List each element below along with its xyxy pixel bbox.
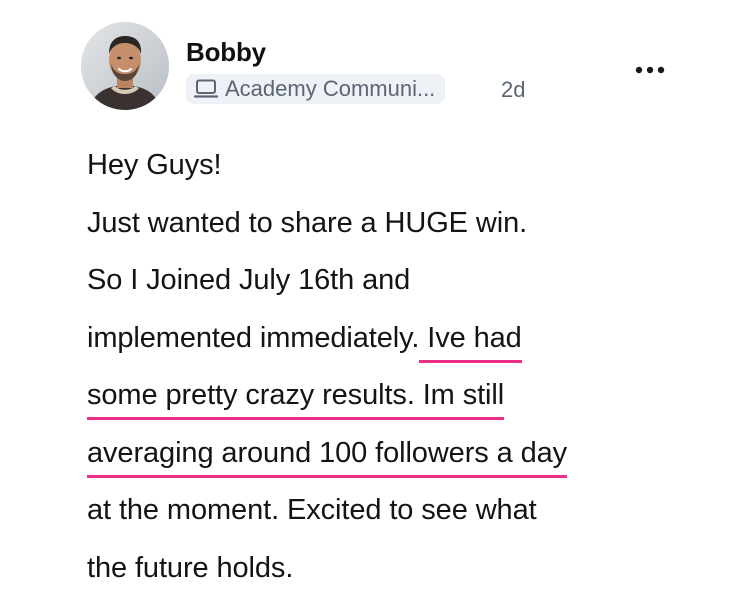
line-text: Hey Guys! xyxy=(87,149,222,181)
line-text: at the moment. Excited to see what xyxy=(87,494,537,526)
community-link[interactable]: Academy Communi... xyxy=(186,74,446,104)
author-avatar[interactable] xyxy=(81,22,169,110)
post-body-line: averaging around 100 followers a day xyxy=(87,436,707,494)
highlighted-text: some pretty crazy results. Im still xyxy=(87,379,504,420)
laptop-icon xyxy=(194,79,218,98)
highlighted-text: Ive had xyxy=(419,321,522,363)
more-options-button[interactable] xyxy=(632,58,668,82)
line-text: the future holds. xyxy=(87,551,294,584)
post-body-line: Hey Guys! xyxy=(87,148,707,206)
post-body: Hey Guys! Just wanted to share a HUGE wi… xyxy=(87,148,707,608)
post-body-line: So I Joined July 16th and xyxy=(87,263,707,321)
more-horizontal-icon xyxy=(635,66,665,74)
author-name[interactable]: Bobby xyxy=(186,37,266,68)
post-timestamp: 2d xyxy=(501,77,526,102)
post-body-line: Just wanted to share a HUGE win. xyxy=(87,206,707,264)
post-body-line: implemented immediately. Ive had xyxy=(87,321,707,379)
post-card: Bobby Academy Communi... 2d Hey Guys! Ju… xyxy=(0,0,740,610)
line-text: So I Joined July 16th and xyxy=(87,264,411,296)
line-text: Just wanted to share a HUGE win. xyxy=(87,206,528,239)
highlighted-text: averaging around 100 followers a day xyxy=(87,436,567,478)
post-body-line: the future holds. xyxy=(87,551,707,609)
community-label: Academy Communi... xyxy=(225,76,436,101)
line-text: implemented immediately. xyxy=(87,321,420,354)
post-body-line: some pretty crazy results. Im still xyxy=(87,378,707,436)
post-body-line: at the moment. Excited to see what xyxy=(87,493,707,551)
